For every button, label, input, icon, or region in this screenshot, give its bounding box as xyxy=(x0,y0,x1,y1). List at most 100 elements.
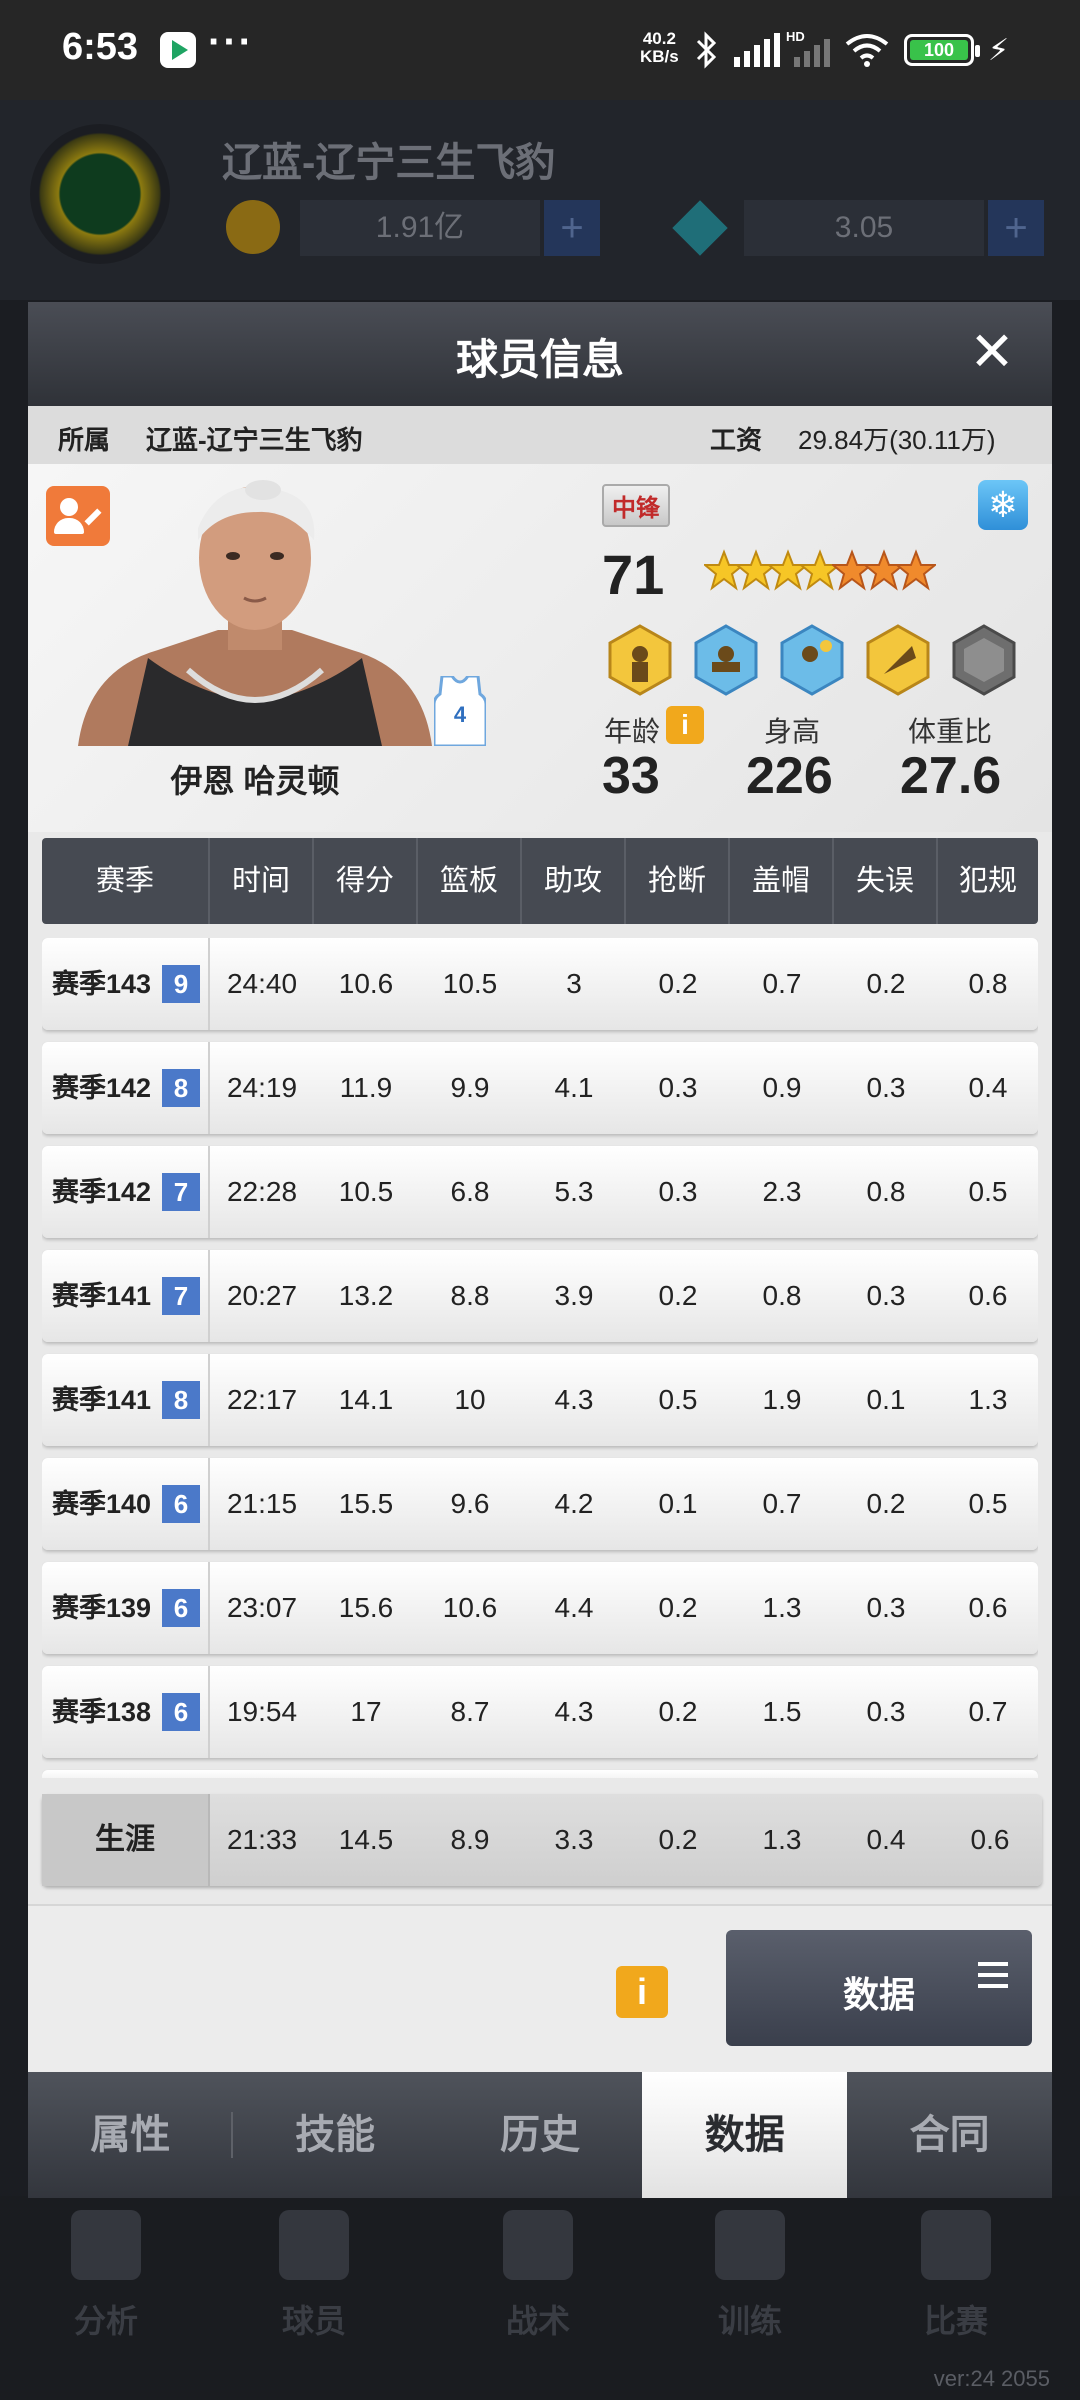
status-bar: 6:53 ··· 40.2 KB/s HD 100 ⚡ xyxy=(0,0,1080,100)
add-gems-button: + xyxy=(988,200,1044,256)
header-season: 赛季 xyxy=(42,838,210,924)
info-icon[interactable]: i xyxy=(666,706,704,744)
header-rebounds: 篮板 xyxy=(418,838,522,924)
skill-badge-icon[interactable] xyxy=(862,624,934,696)
table-row[interactable]: 赛季139 6 23:07 15.6 10.6 4.4 0.2 1.3 0.3 0… xyxy=(42,1562,1038,1654)
net-speed: 40.2 KB/s xyxy=(640,30,679,66)
blocks-cell: 0.8 xyxy=(762,1280,802,1311)
assists-cell: 3 xyxy=(566,968,582,999)
info-icon[interactable]: i xyxy=(616,1966,668,2018)
points-cell: 17 xyxy=(350,1696,382,1727)
bg-nav-item: 比赛 xyxy=(906,2210,1006,2342)
coin-value: 1.91亿 xyxy=(300,200,540,256)
skill-badge-locked-icon[interactable] xyxy=(948,624,1020,696)
snowflake-icon[interactable]: ❄ xyxy=(978,480,1028,530)
modal-title: 球员信息 xyxy=(455,336,624,383)
data-button[interactable]: 数据 xyxy=(726,1930,1032,2046)
points-cell: 15.5 xyxy=(338,1488,394,1519)
turnovers-cell: 0.2 xyxy=(866,1488,906,1519)
stats-table-header: 赛季 时间 得分 篮板 助攻 抢断 盖帽 失误 犯规 xyxy=(42,838,1038,924)
close-icon[interactable]: ✕ xyxy=(962,322,1022,382)
steals-cell: 0.2 xyxy=(658,1696,698,1727)
star-rating xyxy=(704,548,936,592)
tab-skills[interactable]: 技能 xyxy=(233,2072,438,2198)
table-row[interactable]: 赛季141 7 20:27 13.2 8.8 3.9 0.2 0.8 0.3 0.… xyxy=(42,1250,1038,1342)
charging-icon: ⚡ xyxy=(988,33,1010,67)
fouls-cell: 0.7 xyxy=(968,1696,1008,1727)
weight-value: 27.6 xyxy=(900,747,1002,805)
fouls-cell: 1.3 xyxy=(968,1384,1008,1415)
table-row[interactable]: 赛季138 6 19:54 17 8.7 4.3 0.2 1.5 0.3 0.7 xyxy=(42,1666,1038,1758)
bluetooth-icon xyxy=(696,31,717,69)
background-header: 辽蓝-辽宁三生飞豹 1.91亿 + 3.05 + xyxy=(0,100,1080,300)
time-cell: 22:28 xyxy=(226,1176,298,1207)
career-turnovers: 0.4 xyxy=(866,1824,906,1855)
points-cell: 10.5 xyxy=(338,1176,394,1207)
table-row[interactable]: 赛季143 9 24:40 10.6 10.5 3 0.2 0.7 0.2 0.8 xyxy=(42,938,1038,1030)
version-label: ver:24 2055 xyxy=(933,2366,1050,2391)
steals-cell: 0.3 xyxy=(658,1176,698,1207)
career-steals: 0.2 xyxy=(658,1824,698,1855)
table-row[interactable]: 赛季141 8 22:17 14.1 10 4.3 0.5 1.9 0.1 1.3 xyxy=(42,1354,1038,1446)
skill-badge-icon[interactable] xyxy=(690,624,762,696)
season-name: 赛季138 xyxy=(52,1697,152,1727)
season-name: 赛季143 xyxy=(52,969,152,999)
net-speed-value: 40.2 xyxy=(642,29,676,48)
position-badge: 中锋 xyxy=(602,484,670,527)
table-row[interactable]: 赛季142 7 22:28 10.5 6.8 5.3 0.3 2.3 0.8 0.… xyxy=(42,1146,1038,1238)
turnovers-cell: 0.1 xyxy=(866,1384,906,1415)
gem-value: 3.05 xyxy=(744,200,984,256)
table-row-partial[interactable] xyxy=(42,1770,1038,1778)
more-notifications-icon: ··· xyxy=(208,20,254,64)
tab-data[interactable]: 数据 xyxy=(642,2072,848,2198)
skill-badge-icon[interactable] xyxy=(604,624,676,696)
assists-cell: 4.3 xyxy=(554,1696,594,1727)
overall-rating: 71 xyxy=(602,543,665,606)
status-time: 6:53 xyxy=(62,26,139,68)
assists-cell: 3.9 xyxy=(554,1280,594,1311)
stats-table-body[interactable]: 赛季143 9 24:40 10.6 10.5 3 0.2 0.7 0.2 0.8… xyxy=(42,938,1038,1778)
table-row[interactable]: 赛季142 8 24:19 11.9 9.9 4.1 0.3 0.9 0.3 0.… xyxy=(42,1042,1038,1134)
steals-cell: 0.2 xyxy=(658,1280,698,1311)
tab-bar: 属性 技能 历史 数据 合同 xyxy=(28,2072,1052,2198)
jersey-number: 4 xyxy=(454,702,467,727)
tab-attributes[interactable]: 属性 xyxy=(28,2072,233,2198)
header-blocks: 盖帽 xyxy=(730,838,834,924)
time-cell: 23:07 xyxy=(226,1592,298,1623)
tab-contract[interactable]: 合同 xyxy=(847,2072,1052,2198)
rebounds-cell: 9.9 xyxy=(450,1072,490,1103)
points-cell: 14.1 xyxy=(338,1384,394,1415)
bg-team-name: 辽蓝-辽宁三生飞豹 xyxy=(222,141,556,185)
gem-icon xyxy=(672,200,728,256)
header-steals: 抢断 xyxy=(626,838,730,924)
bg-nav-item: 训练 xyxy=(700,2210,800,2342)
fouls-cell: 0.8 xyxy=(968,968,1008,999)
tab-history[interactable]: 历史 xyxy=(438,2072,643,2198)
header-assists: 助攻 xyxy=(522,838,626,924)
level-badge: 6 xyxy=(162,1589,200,1627)
steals-cell: 0.5 xyxy=(658,1384,698,1415)
coin-icon xyxy=(226,200,280,254)
level-badge: 6 xyxy=(162,1485,200,1523)
steals-cell: 0.3 xyxy=(658,1072,698,1103)
salary-label: 工资 xyxy=(710,425,763,455)
bg-nav-item: 战术 xyxy=(488,2210,588,2342)
status-icons: HD 100 ⚡ xyxy=(694,28,1009,72)
turnovers-cell: 0.2 xyxy=(866,968,906,999)
skill-badges xyxy=(604,624,1020,696)
skill-badge-icon[interactable] xyxy=(776,624,848,696)
season-name: 赛季141 xyxy=(52,1385,152,1415)
time-cell: 24:19 xyxy=(226,1072,298,1103)
battery-icon: 100 xyxy=(904,34,980,66)
assists-cell: 4.2 xyxy=(554,1488,594,1519)
rebounds-cell: 8.8 xyxy=(450,1280,490,1311)
player-info-modal: 球员信息 ✕ 所属 辽蓝-辽宁三生飞豹 工资 29.84万(30.11万) 4 xyxy=(28,302,1052,2198)
career-time: 21:33 xyxy=(226,1824,298,1855)
header-time: 时间 xyxy=(210,838,314,924)
table-row[interactable]: 赛季140 6 21:15 15.5 9.6 4.2 0.1 0.7 0.2 0.… xyxy=(42,1458,1038,1550)
blocks-cell: 0.7 xyxy=(762,968,802,999)
height-label: 身高 xyxy=(764,716,821,747)
career-rebounds: 8.9 xyxy=(450,1824,490,1855)
player-portrait xyxy=(78,480,432,746)
season-name: 赛季142 xyxy=(52,1073,152,1103)
